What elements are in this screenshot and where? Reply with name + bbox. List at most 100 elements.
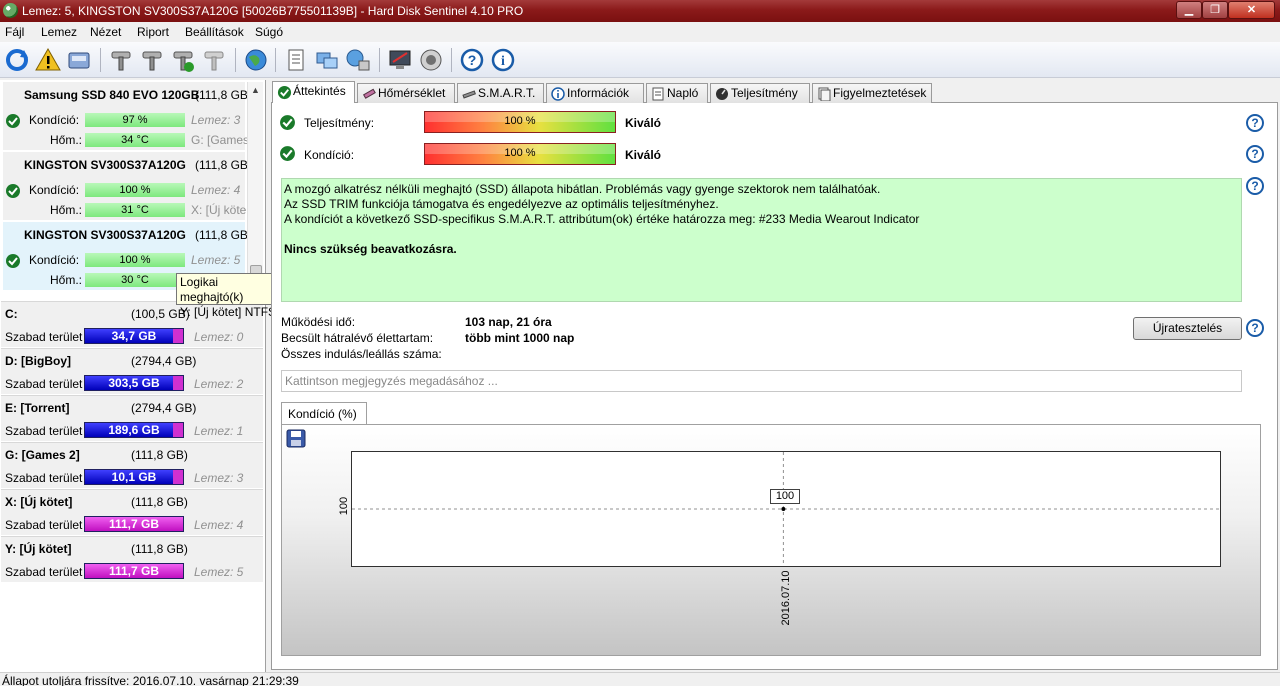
performance-label: Teljesítmény: xyxy=(304,116,375,130)
tab-overview[interactable]: Áttekintés xyxy=(272,81,355,103)
alert-icon[interactable] xyxy=(35,47,61,73)
menu-help[interactable]: Súgó xyxy=(255,25,283,39)
health-label: Kondíció: xyxy=(29,113,80,127)
help-icon[interactable]: ? xyxy=(1246,319,1264,337)
health-bar: 100 % xyxy=(85,183,185,197)
free-space-label: Szabad terület xyxy=(5,424,83,438)
tab-alerts[interactable]: Figyelmeztetések xyxy=(812,83,932,103)
volume-name: G: [Games 2] xyxy=(5,448,80,462)
wrench-icon[interactable] xyxy=(139,47,165,73)
disk-size: (111,8 GB) xyxy=(195,158,252,172)
tab-smart[interactable]: S.M.A.R.T. xyxy=(457,83,544,103)
disk-name: Samsung SSD 840 EVO 120GB xyxy=(24,88,200,102)
refresh-icon[interactable] xyxy=(4,47,30,73)
volume-disk-ref: Lemez: 0 xyxy=(194,330,244,344)
maximize-button[interactable]: ❐ xyxy=(1202,1,1228,19)
uptime-label: Működési idő: xyxy=(281,315,356,329)
check-icon xyxy=(6,184,20,198)
x-tick-label: 2016.07.10 xyxy=(780,570,792,626)
status-bar: Állapot utoljára frissítve: 2016.07.10. … xyxy=(0,672,1280,686)
volume-entry[interactable]: D: [BigBoy] (2794,4 GB) Szabad terület 3… xyxy=(1,348,263,394)
wrench-icon xyxy=(462,90,476,99)
status-message-box: A mozgó alkatrész nélküli meghajtó (SSD)… xyxy=(281,178,1242,302)
title-bar: Lemez: 5, KINGSTON SV300S37A120G [50026B… xyxy=(0,0,1280,22)
help-icon[interactable]: ? xyxy=(459,47,485,73)
help-icon[interactable]: ? xyxy=(1246,114,1264,132)
data-point xyxy=(781,507,786,511)
temp-label: Hőm.: xyxy=(50,273,83,287)
health-bar: 100 % xyxy=(85,253,185,267)
app-icon xyxy=(3,3,18,18)
wrench-check-icon[interactable] xyxy=(170,47,196,73)
temp-bar: 31 °C xyxy=(85,203,185,217)
tab-information[interactable]: Információk xyxy=(546,83,644,103)
speaker-icon[interactable] xyxy=(418,47,444,73)
menu-disk[interactable]: Lemez xyxy=(41,25,77,39)
pc-icon[interactable] xyxy=(387,47,413,73)
sync-icon[interactable] xyxy=(314,47,340,73)
toolbar: ? i xyxy=(0,42,1280,78)
volume-name: X: [Új kötet] xyxy=(5,495,73,509)
volume-name: Y: [Új kötet] xyxy=(5,542,72,556)
help-icon[interactable]: ? xyxy=(1246,145,1264,163)
scroll-up-arrow-icon[interactable]: ▲ xyxy=(251,85,260,95)
disk-entry[interactable]: KINGSTON SV300S37A120G (111,8 GB) Kondíc… xyxy=(3,152,252,220)
volume-size: (111,8 GB) xyxy=(131,495,188,509)
wrench-icon[interactable] xyxy=(108,47,134,73)
volume-entry[interactable]: Y: [Új kötet] (111,8 GB) Szabad terület … xyxy=(1,536,263,582)
volume-disk-ref: Lemez: 3 xyxy=(194,471,244,485)
tab-log[interactable]: Napló xyxy=(646,83,708,103)
message-action: Nincs szükség beavatkozásra. xyxy=(284,242,457,256)
volume-size: (111,8 GB) xyxy=(131,542,188,556)
info-icon[interactable]: i xyxy=(490,47,516,73)
report-icon[interactable] xyxy=(283,47,309,73)
volume-size: (2794,4 GB) xyxy=(131,354,197,368)
svg-text:?: ? xyxy=(468,52,477,68)
disk-volumes: X: [Új köte xyxy=(191,203,247,217)
chart-tab-health[interactable]: Kondíció (%) xyxy=(281,402,367,425)
volume-entry[interactable]: X: [Új kötet] (111,8 GB) Szabad terület … xyxy=(1,489,263,535)
menu-report[interactable]: Riport xyxy=(137,25,169,39)
save-icon[interactable] xyxy=(286,429,306,448)
menu-view[interactable]: Nézet xyxy=(90,25,121,39)
close-button[interactable]: ✕ xyxy=(1228,1,1275,19)
disk-volumes: G: [Games xyxy=(191,133,250,147)
minimize-button[interactable]: ▁ xyxy=(1176,1,1202,19)
free-space-label: Szabad terület xyxy=(5,471,83,485)
volume-entry[interactable]: G: [Games 2] (111,8 GB) Szabad terület 1… xyxy=(1,442,263,488)
disk-list-scrollbar[interactable]: ▲ xyxy=(247,82,263,295)
network-icon[interactable] xyxy=(345,47,371,73)
menu-file[interactable]: Fájl xyxy=(5,25,24,39)
tab-temperature[interactable]: Hőmérséklet xyxy=(357,83,455,103)
wrench-gray-icon[interactable] xyxy=(201,47,227,73)
data-label: 100 xyxy=(770,489,800,504)
volume-disk-ref: Lemez: 1 xyxy=(194,424,244,438)
uptime-value: 103 nap, 21 óra xyxy=(465,315,552,329)
check-icon xyxy=(6,114,20,128)
help-icon[interactable]: ? xyxy=(1246,177,1264,195)
check-icon xyxy=(277,85,292,100)
chart-plot-area xyxy=(351,451,1221,567)
temp-bar: 30 °C xyxy=(85,273,185,287)
remaining-life-value: több mint 1000 nap xyxy=(465,331,575,345)
gauge-icon xyxy=(716,88,728,100)
info-icon xyxy=(551,87,565,101)
retest-button[interactable]: Újratesztelés xyxy=(1133,317,1242,340)
menu-settings[interactable]: Beállítások xyxy=(185,25,244,39)
temp-label: Hőm.: xyxy=(50,203,83,217)
tab-performance[interactable]: Teljesítmény xyxy=(710,83,810,103)
performance-status: Kiváló xyxy=(625,116,662,130)
volume-entry[interactable]: E: [Torrent] (2794,4 GB) Szabad terület … xyxy=(1,395,263,441)
thermometer-icon xyxy=(362,88,376,99)
svg-text:i: i xyxy=(501,54,505,69)
health-chart xyxy=(352,452,1220,566)
free-space-bar: 34,7 GB xyxy=(84,328,184,344)
message-line: A kondíciót a következő SSD-specifikus S… xyxy=(284,212,920,226)
disk-ref: Lemez: 5 xyxy=(191,253,241,267)
disk-entry[interactable]: Samsung SSD 840 EVO 120GB (111,8 GB) Kon… xyxy=(3,82,252,150)
note-input[interactable]: Kattintson megjegyzés megadásához ... xyxy=(281,370,1242,392)
globe-icon[interactable] xyxy=(243,47,269,73)
disk-icon[interactable] xyxy=(66,47,92,73)
health-status: Kiváló xyxy=(625,148,662,162)
check-icon xyxy=(280,115,295,130)
